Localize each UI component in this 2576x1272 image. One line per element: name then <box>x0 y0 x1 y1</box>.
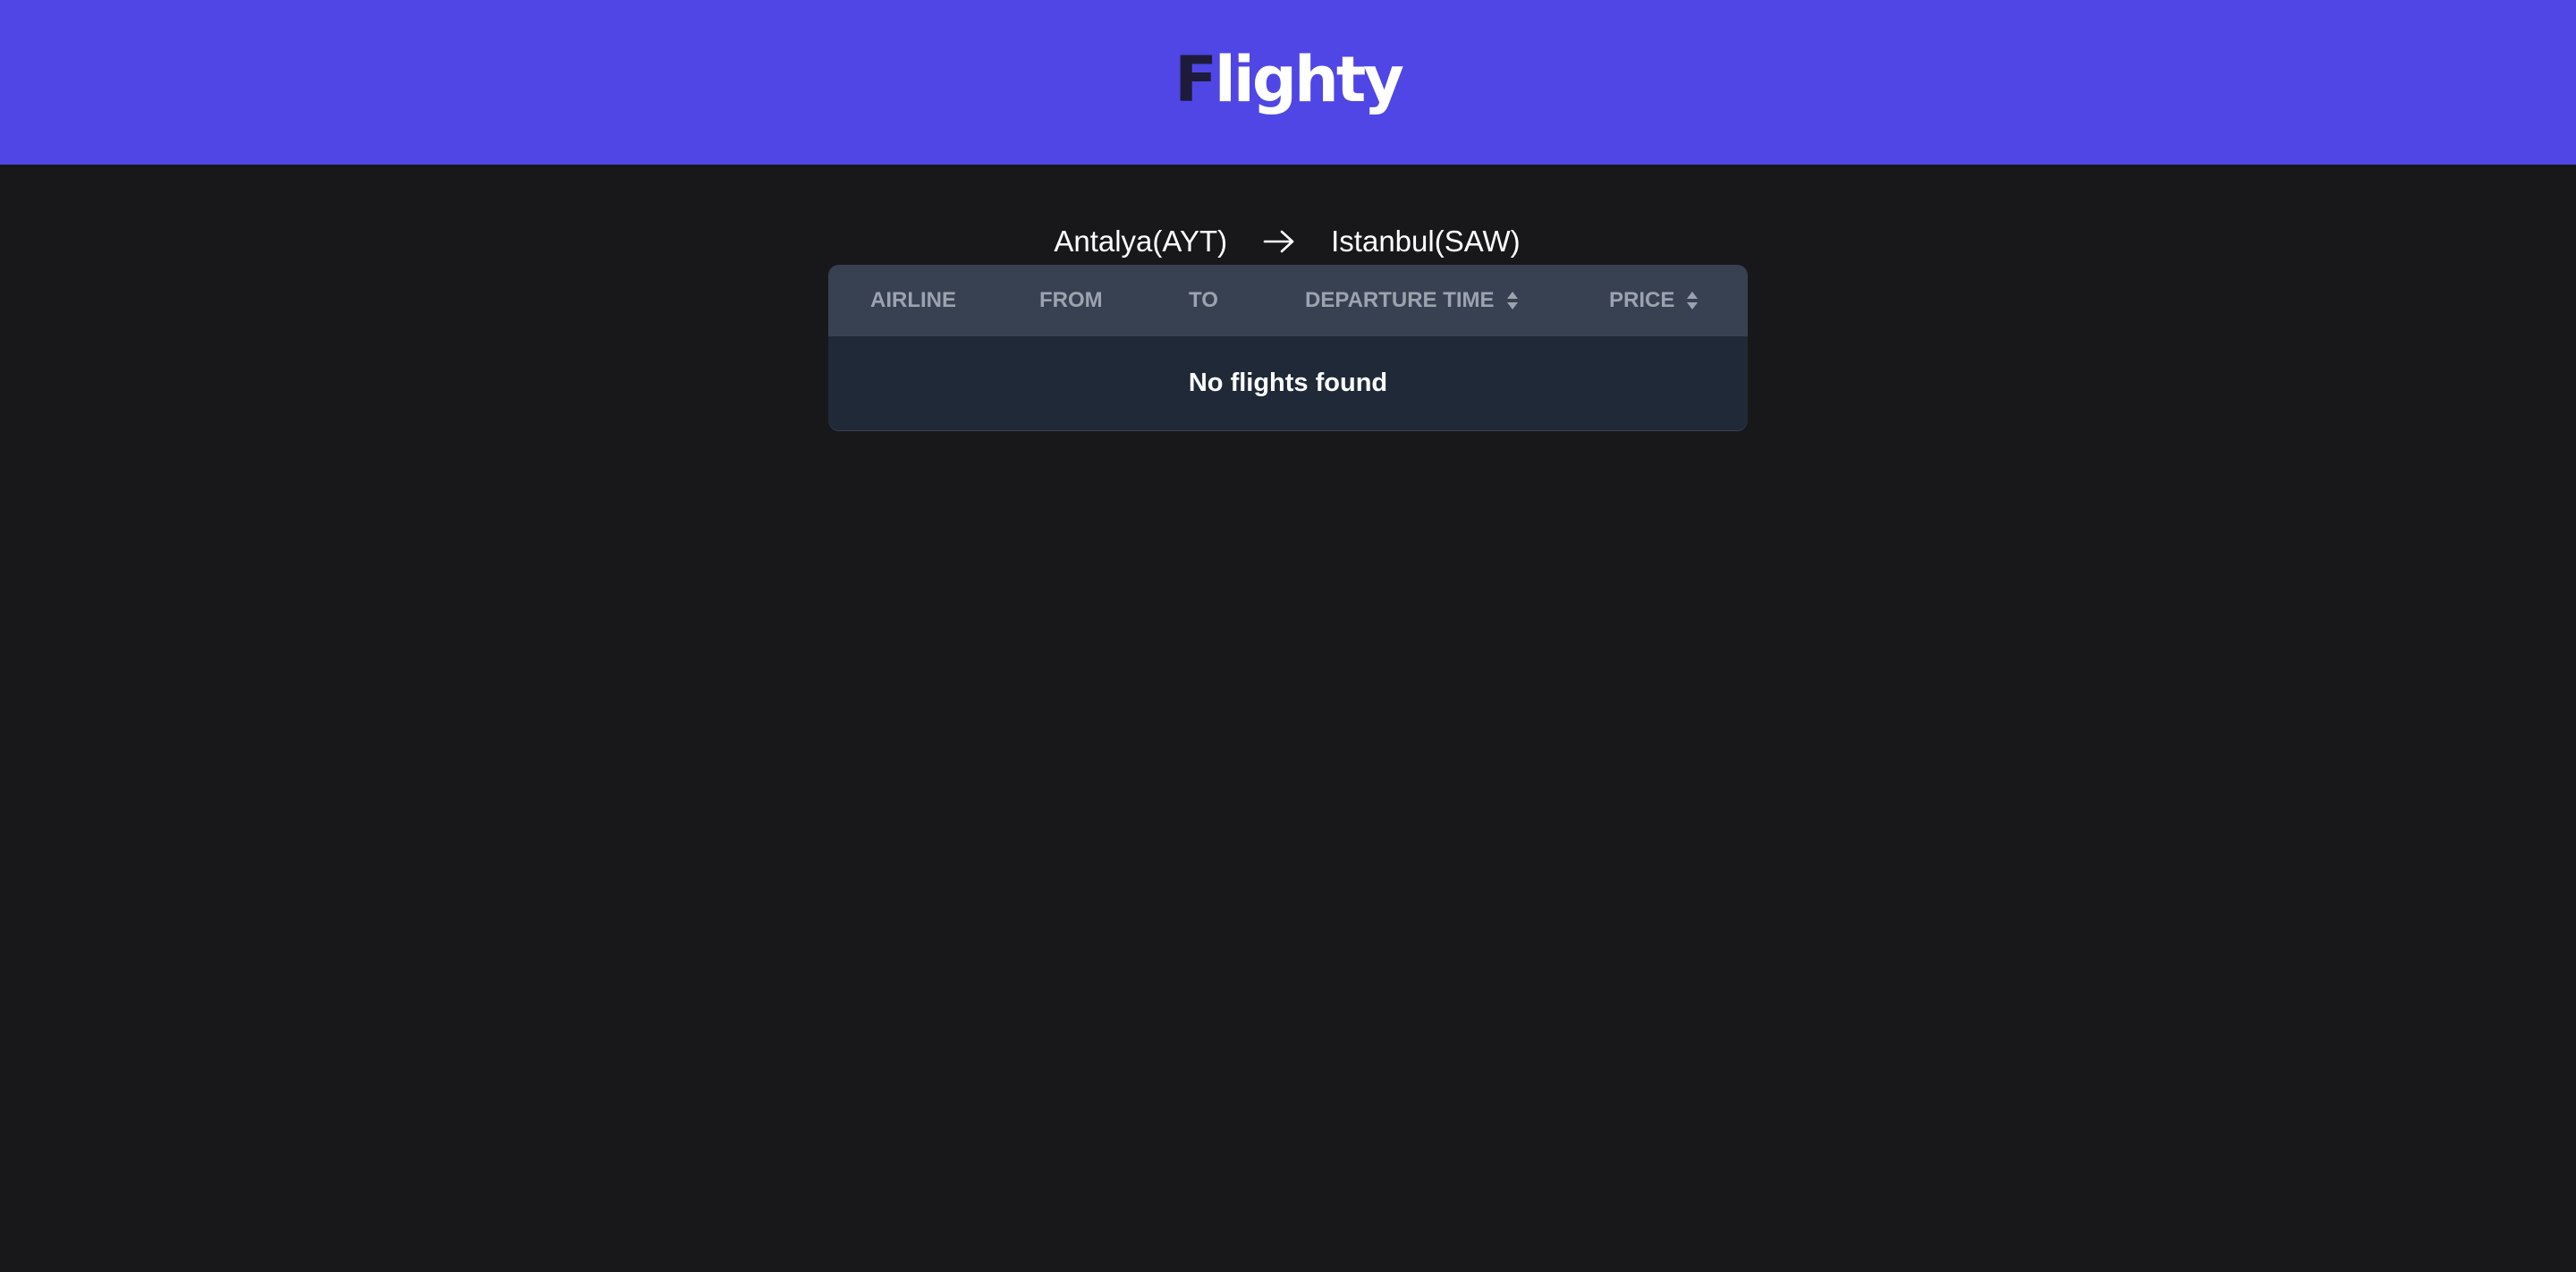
table-header: AIRLINE FROM TO DEPARTURE TIME PRICE <box>828 265 1748 336</box>
column-header-departure-time-label: DEPARTURE TIME <box>1305 288 1495 312</box>
app-logo[interactable]: Flighty <box>1174 48 1404 111</box>
arrow-right-icon <box>1263 228 1295 255</box>
logo-initial: F <box>1174 43 1217 116</box>
empty-state-message: No flights found <box>1188 369 1388 397</box>
column-header-to: TO <box>1189 265 1218 336</box>
app-header: Flighty <box>0 0 2576 165</box>
column-header-departure-time[interactable]: DEPARTURE TIME <box>1305 265 1518 336</box>
column-header-price[interactable]: PRICE <box>1609 265 1699 336</box>
column-header-airline-label: AIRLINE <box>870 288 956 312</box>
column-header-price-label: PRICE <box>1609 288 1675 312</box>
flights-table: AIRLINE FROM TO DEPARTURE TIME PRICE No … <box>828 265 1748 431</box>
column-header-to-label: TO <box>1189 288 1218 312</box>
route-destination: Istanbul(SAW) <box>1331 225 1521 258</box>
route-origin: Antalya(AYT) <box>1054 225 1228 258</box>
route-summary: Antalya(AYT) Istanbul(SAW) <box>0 220 2576 263</box>
sort-icon[interactable] <box>1687 291 1699 310</box>
column-header-airline: AIRLINE <box>870 265 956 336</box>
sort-icon[interactable] <box>1506 291 1518 310</box>
column-header-from-label: FROM <box>1039 288 1103 312</box>
column-header-from: FROM <box>1039 265 1103 336</box>
logo-text: lighty <box>1214 43 1404 116</box>
